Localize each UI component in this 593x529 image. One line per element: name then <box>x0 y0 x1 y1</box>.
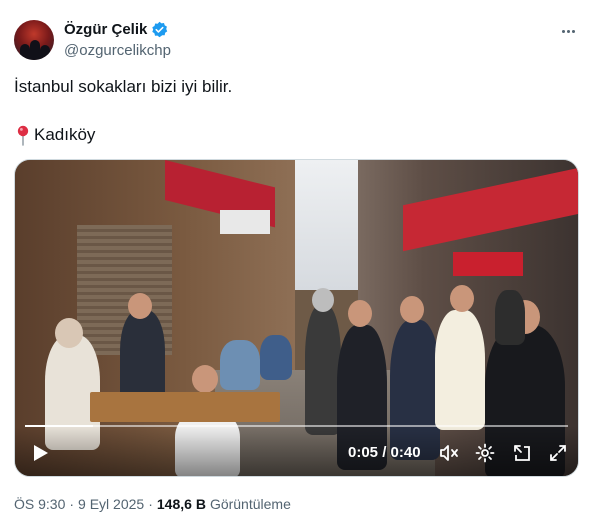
tweet-location-line: Kadıköy <box>14 124 95 146</box>
author-name-row: Özgür Çelik <box>64 21 168 38</box>
verified-badge-icon[interactable] <box>151 21 168 38</box>
tweet-date[interactable]: 9 Eyl 2025 <box>78 496 144 512</box>
views-count: 148,6 B <box>156 496 206 512</box>
video-progress-fill <box>25 425 93 427</box>
meta-separator: · <box>148 496 153 512</box>
tweet-text: İstanbul sokakları bizi iyi bilir. <box>14 77 233 96</box>
tweet-time[interactable]: ÖS 9:30 <box>14 496 65 512</box>
fullscreen-icon[interactable] <box>548 443 568 463</box>
tweet-header: Özgür Çelik @ozgurcelikchp <box>14 18 579 62</box>
video-player[interactable]: 0:05 / 0:40 <box>14 159 579 477</box>
meta-separator: · <box>69 496 75 512</box>
video-progress-bar[interactable] <box>25 425 568 427</box>
video-controls: 0:05 / 0:40 <box>15 426 578 476</box>
avatar[interactable] <box>14 20 54 60</box>
views-label: Görüntüleme <box>209 496 291 512</box>
round-pushpin-icon <box>17 125 29 146</box>
tweet-meta: ÖS 9:30 · 9 Eyl 2025 · 148,6 B Görüntüle… <box>14 496 291 512</box>
video-time: 0:05 / 0:40 <box>348 444 421 461</box>
author-handle[interactable]: @ozgurcelikchp <box>64 42 171 59</box>
more-options-icon[interactable] <box>559 22 577 40</box>
play-icon[interactable] <box>33 444 49 462</box>
author-display-name[interactable]: Özgür Çelik <box>64 21 147 38</box>
mute-icon[interactable] <box>439 443 459 463</box>
settings-gear-icon[interactable] <box>475 443 495 463</box>
location-text: Kadıköy <box>34 125 96 144</box>
mercan-sign-right <box>453 252 523 276</box>
sign-left <box>220 210 270 234</box>
picture-in-picture-icon[interactable] <box>512 443 532 463</box>
